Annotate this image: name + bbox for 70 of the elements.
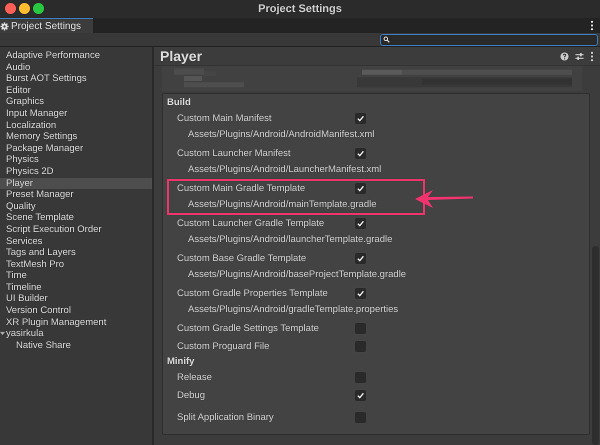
sidebar-item[interactable]: Scene Template <box>0 212 152 224</box>
sidebar-item[interactable]: Preset Manager <box>0 189 152 201</box>
checkbox[interactable] <box>355 372 366 383</box>
sidebar-item[interactable]: Memory Settings <box>0 131 152 143</box>
sidebar-item[interactable]: Localization <box>0 120 152 132</box>
sidebar-item[interactable]: Physics <box>0 154 152 166</box>
checkbox[interactable] <box>355 390 366 401</box>
search-icon <box>383 36 390 43</box>
more-icon[interactable] <box>590 20 594 31</box>
sidebar-item[interactable]: Timeline <box>0 282 152 294</box>
expand-arrow-icon[interactable] <box>0 331 5 336</box>
checkbox[interactable] <box>355 183 366 194</box>
setting-label: Custom Main Manifest <box>177 113 273 124</box>
checkbox[interactable] <box>355 288 366 299</box>
checkbox[interactable] <box>355 113 366 124</box>
sidebar-item[interactable]: TextMesh Pro <box>0 258 152 270</box>
window-title: Project Settings <box>258 3 342 15</box>
sidebar-item[interactable]: UI Builder <box>0 293 152 306</box>
sidebar-item[interactable]: Services <box>0 236 152 248</box>
checkbox[interactable] <box>355 412 366 423</box>
file-path: Assets/Plugins/Android/mainTemplate.gradle <box>188 199 377 210</box>
sidebar-item[interactable]: Graphics <box>0 96 152 108</box>
section-heading: Minify <box>167 355 196 369</box>
sidebar-item[interactable]: yasirkula <box>0 328 152 340</box>
gear-icon <box>0 22 9 30</box>
close-button[interactable] <box>5 3 16 14</box>
setting-label: Custom Launcher Gradle Template <box>177 218 326 229</box>
setting-label: Debug <box>177 390 206 401</box>
sidebar-item[interactable]: Player <box>0 178 152 190</box>
zoom-button[interactable] <box>33 3 44 14</box>
checkbox[interactable] <box>355 148 366 159</box>
setting-label: Custom Gradle Settings Template <box>177 323 320 334</box>
sidebar-item[interactable]: Input Manager <box>0 108 152 120</box>
inspector-title: Player <box>160 48 202 64</box>
sidebar-item[interactable]: Package Manager <box>0 142 152 154</box>
setting-label: Custom Gradle Properties Template <box>177 288 329 299</box>
setting-label: Custom Proguard File <box>177 341 270 352</box>
sidebar-item[interactable]: Tags and Layers <box>0 247 152 259</box>
search-field[interactable] <box>380 34 598 46</box>
sidebar-item[interactable]: Burst AOT Settings <box>0 73 152 85</box>
checkbox[interactable] <box>355 218 366 229</box>
checkbox[interactable] <box>355 323 366 334</box>
sidebar-item[interactable]: Time <box>0 270 152 282</box>
sidebar-item[interactable]: Native Share <box>0 340 152 352</box>
setting-label: Custom Launcher Manifest <box>177 148 292 159</box>
setting-label: Split Application Binary <box>177 412 275 423</box>
file-path: Assets/Plugins/Android/AndroidManifest.xml <box>188 129 374 140</box>
setting-label: Release <box>177 372 213 383</box>
section-heading: Build <box>167 96 192 110</box>
checkbox[interactable] <box>355 341 366 352</box>
file-path: Assets/Plugins/Android/gradleTemplate.properties <box>188 304 398 315</box>
sliders-icon[interactable] <box>575 52 584 60</box>
minimize-button[interactable] <box>19 3 30 14</box>
file-path: Assets/Plugins/Android/LauncherManifest.xml <box>188 164 382 175</box>
tab[interactable]: Project Settings <box>0 18 94 33</box>
sidebar-item[interactable]: Adaptive Performance <box>0 50 152 62</box>
checkbox[interactable] <box>355 253 366 264</box>
setting-label: Custom Main Gradle Template <box>177 183 306 194</box>
file-path: Assets/Plugins/Android/launcherTemplate.gradle <box>188 234 392 245</box>
sidebar-item[interactable]: XR Plugin Management <box>0 316 152 328</box>
sidebar-item[interactable]: Audio <box>0 62 152 74</box>
setting-label: Custom Base Gradle Template <box>177 253 308 264</box>
sidebar-item[interactable]: Script Execution Order <box>0 224 152 236</box>
more-icon[interactable] <box>590 50 594 62</box>
file-path: Assets/Plugins/Android/baseProjectTemplate.gradle <box>188 269 406 280</box>
help-icon[interactable] <box>560 52 569 60</box>
sidebar-item[interactable]: Physics 2D <box>0 166 152 178</box>
sidebar-item[interactable]: Version Control <box>0 305 152 317</box>
sidebar-item[interactable]: Editor <box>0 84 152 96</box>
sidebar-item[interactable]: Quality <box>0 200 152 212</box>
